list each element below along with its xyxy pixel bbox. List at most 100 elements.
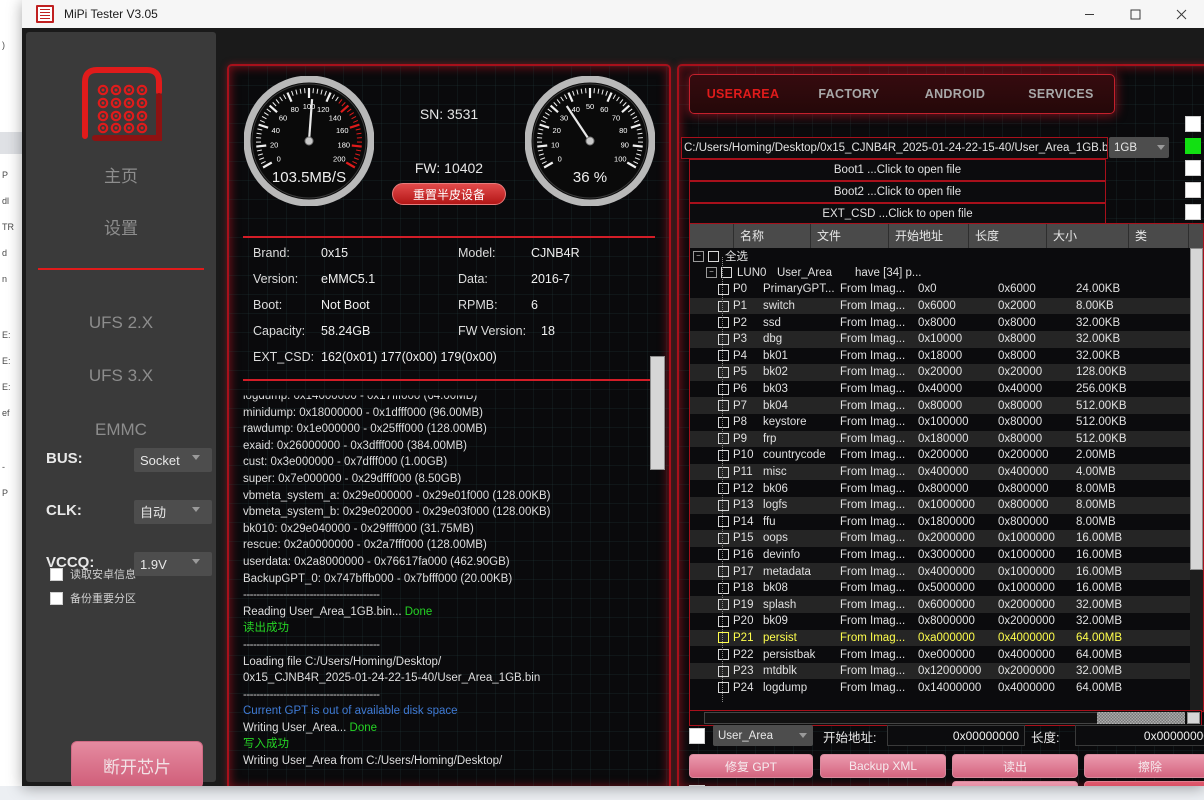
row-checkbox[interactable] xyxy=(718,433,729,445)
row-checkbox[interactable] xyxy=(718,466,729,478)
log-scrollbar-thumb[interactable] xyxy=(650,356,665,470)
userarea-indicator-checkbox[interactable] xyxy=(1185,138,1201,154)
row-checkbox[interactable] xyxy=(718,682,729,694)
table-row[interactable]: P0 PrimaryGPT... From Imag... 0x0 0x6000 24.0… xyxy=(690,281,1190,298)
table-row[interactable]: P4 bk01 From Imag... 0x18000 0x8000 32.00KB xyxy=(690,348,1190,365)
read-button[interactable]: 读出 xyxy=(952,754,1078,778)
table-row[interactable]: P6 bk03 From Imag... 0x40000 0x40000 256.00KB xyxy=(690,381,1190,398)
th-start[interactable]: 开始地址 xyxy=(889,224,969,248)
area-select[interactable]: User_Area xyxy=(713,725,813,746)
reset-device-button[interactable]: 重置半皮设备 xyxy=(392,183,506,205)
table-row[interactable]: P18 bk08 From Imag... 0x5000000 0x1000000 16.… xyxy=(690,580,1190,597)
row-checkbox[interactable] xyxy=(718,499,729,511)
row-checkbox[interactable] xyxy=(718,532,729,544)
table-row[interactable]: P2 ssd From Imag... 0x8000 0x8000 32.00KB xyxy=(690,314,1190,331)
row-checkbox[interactable] xyxy=(718,416,729,428)
extcsd-file-slot[interactable]: EXT_CSD ...Click to open file xyxy=(689,203,1106,225)
row-checkbox[interactable] xyxy=(718,632,729,644)
select-all-checkbox[interactable] xyxy=(708,250,719,262)
boot1-indicator-checkbox[interactable] xyxy=(1185,160,1201,176)
row-checkbox[interactable] xyxy=(718,383,729,395)
table-row[interactable]: P5 bk02 From Imag... 0x20000 0x20000 128.00KB xyxy=(690,364,1190,381)
start-address-input[interactable] xyxy=(887,725,1025,746)
table-row[interactable]: P17 metadata From Imag... 0x4000000 0x100000… xyxy=(690,563,1190,580)
table-row[interactable]: P1 switch From Imag... 0x6000 0x2000 8.00KB xyxy=(690,297,1190,315)
row-checkbox[interactable] xyxy=(718,333,729,345)
sidebar-item-ufs2x[interactable]: UFS 2.X xyxy=(26,313,216,333)
table-horizontal-scrollbar[interactable] xyxy=(689,710,1202,726)
table-row[interactable]: P11 misc From Imag... 0x400000 0x400000 4.00M… xyxy=(690,463,1190,481)
expander-icon[interactable]: − xyxy=(693,250,704,262)
table-row[interactable]: P23 mtdblk From Imag... 0x12000000 0x2000000… xyxy=(690,662,1190,680)
table-row[interactable]: P9 frp From Imag... 0x180000 0x80000 512.00KB xyxy=(690,430,1190,448)
th-type[interactable]: 类 xyxy=(1129,224,1189,248)
vccq-select[interactable]: 1.9V xyxy=(134,552,212,576)
erase-button[interactable]: 擦除 xyxy=(1084,754,1204,778)
select-all-row[interactable]: − 全选 xyxy=(690,248,1190,265)
clk-select[interactable]: 自动 xyxy=(134,500,212,524)
stop-button[interactable]: 停止 xyxy=(1084,781,1204,786)
row-checkbox[interactable] xyxy=(718,582,729,594)
close-icon[interactable] xyxy=(1158,0,1204,28)
table-vertical-scrollbar[interactable] xyxy=(1190,248,1203,711)
hscroll-end-button[interactable] xyxy=(1187,712,1200,724)
write-button[interactable]: 写入 xyxy=(952,781,1078,786)
table-row[interactable]: P15 oops From Imag... 0x2000000 0x1000000 16.… xyxy=(690,530,1190,547)
expander-icon[interactable]: − xyxy=(706,267,717,279)
userarea-file-path[interactable]: C:/Users/Homing/Desktop/0x15_CJNB4R_2025… xyxy=(681,137,1108,159)
length-input[interactable] xyxy=(1075,725,1204,746)
th-length[interactable]: 长度 xyxy=(969,224,1047,248)
row-checkbox[interactable] xyxy=(718,400,729,412)
th-name[interactable]: 名称 xyxy=(734,224,811,248)
read-android-info-checkbox[interactable]: 读取安卓信息 xyxy=(50,566,136,582)
th-size[interactable]: 大小 xyxy=(1047,224,1129,248)
row-checkbox[interactable] xyxy=(718,366,729,378)
row-checkbox[interactable] xyxy=(718,599,729,611)
row-checkbox[interactable] xyxy=(718,665,729,677)
row-checkbox[interactable] xyxy=(718,350,729,362)
row-checkbox[interactable] xyxy=(718,483,729,495)
row-checkbox[interactable] xyxy=(718,300,729,312)
backup-xml-button[interactable]: Backup XML xyxy=(820,754,946,778)
boot1-file-slot[interactable]: Boot1 ...Click to open file xyxy=(689,159,1106,181)
row-checkbox[interactable] xyxy=(718,516,729,528)
row-checkbox[interactable] xyxy=(718,549,729,561)
table-row[interactable]: P8 keystore From Imag... 0x100000 0x80000 512… xyxy=(690,414,1190,431)
tab-android[interactable]: ANDROID xyxy=(902,87,1008,101)
table-row[interactable]: P24 logdump From Imag... 0x14000000 0x400000… xyxy=(690,679,1190,696)
table-row[interactable]: P14 ffu From Imag... 0x1800000 0x800000 8.00M… xyxy=(690,514,1190,531)
repair-gpt-button[interactable]: 修复 GPT xyxy=(689,754,813,778)
tab-services[interactable]: SERVICES xyxy=(1008,87,1114,101)
tab-userarea[interactable]: USERAREA xyxy=(690,87,796,101)
bus-select[interactable]: Socket xyxy=(134,448,212,472)
table-row[interactable]: P22 persistbak From Imag... 0xe000000 0x4000… xyxy=(690,646,1190,663)
table-row[interactable]: P13 logfs From Imag... 0x1000000 0x800000 8.0… xyxy=(690,496,1190,514)
sidebar-item-emmc[interactable]: EMMC xyxy=(26,420,216,440)
row-checkbox[interactable] xyxy=(718,615,729,627)
table-row[interactable]: P21 persist From Imag... 0xa000000 0x4000000… xyxy=(690,629,1190,647)
lun-row[interactable]: − LUN0 User_Area have [34] p... xyxy=(690,265,1190,282)
tab-factory[interactable]: FACTORY xyxy=(796,87,902,101)
disconnect-chip-button[interactable]: 断开芯片 xyxy=(71,741,203,786)
jumping-oeminfo-checkbox[interactable] xyxy=(689,785,705,786)
table-row[interactable]: P19 splash From Imag... 0x6000000 0x2000000 3… xyxy=(690,596,1190,614)
boot2-indicator-checkbox[interactable] xyxy=(1185,182,1201,198)
extcsd-indicator-checkbox[interactable] xyxy=(1185,204,1201,220)
row-checkbox[interactable] xyxy=(718,649,729,661)
row-checkbox[interactable] xyxy=(718,449,729,461)
maximize-icon[interactable] xyxy=(1112,0,1158,28)
area-select-checkbox[interactable] xyxy=(689,728,705,744)
table-row[interactable]: P12 bk06 From Imag... 0x800000 0x800000 8.00M… xyxy=(690,480,1190,497)
table-row[interactable]: P7 bk04 From Imag... 0x80000 0x80000 512.00KB xyxy=(690,397,1190,414)
table-row[interactable]: P3 dbg From Imag... 0x10000 0x8000 32.00KB xyxy=(690,330,1190,348)
top-indicator-checkbox[interactable] xyxy=(1185,116,1201,132)
sidebar-item-home[interactable]: 主页 xyxy=(26,162,216,187)
th-file[interactable]: 文件 xyxy=(811,224,889,248)
sidebar-item-settings[interactable]: 设置 xyxy=(26,214,216,239)
row-checkbox[interactable] xyxy=(718,317,729,329)
table-row[interactable]: P20 bk09 From Imag... 0x8000000 0x2000000 32.… xyxy=(690,613,1190,630)
log-output[interactable]: logdump: 0x14000000 - 0x17fff000 (64.00M… xyxy=(243,388,641,772)
minimize-icon[interactable] xyxy=(1066,0,1112,28)
table-row[interactable]: P10 countrycode From Imag... 0x200000 0x2000… xyxy=(690,447,1190,464)
row-checkbox[interactable] xyxy=(718,283,729,295)
